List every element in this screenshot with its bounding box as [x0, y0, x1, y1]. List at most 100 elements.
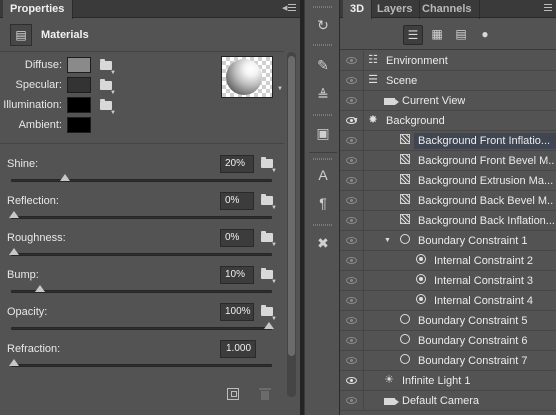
slider-thumb[interactable]: [9, 248, 19, 255]
stamp-icon[interactable]: ▣: [311, 122, 335, 144]
materials-filter-icon[interactable]: ▤: [451, 25, 471, 45]
visibility-toggle[interactable]: [340, 191, 364, 210]
brush-settings-icon[interactable]: ≜: [311, 84, 335, 106]
visibility-toggle[interactable]: [340, 271, 364, 290]
scene-row[interactable]: ☀ Infinite Light 1: [340, 371, 556, 391]
slider-track[interactable]: [11, 364, 272, 367]
tab-3d[interactable]: 3D: [343, 0, 373, 19]
texture-folder-icon[interactable]: ▼: [261, 304, 277, 322]
tab-layers[interactable]: Layers: [370, 0, 421, 19]
scene-row[interactable]: Internal Constraint 2: [340, 251, 556, 271]
visibility-toggle[interactable]: [340, 151, 364, 170]
scene-row[interactable]: Background Front Bevel M...: [340, 151, 556, 171]
dock-grip[interactable]: [313, 158, 333, 160]
scene-row[interactable]: Boundary Constraint 7: [340, 351, 556, 371]
slider-track[interactable]: [11, 179, 272, 182]
visibility-toggle[interactable]: [340, 391, 364, 410]
slider-label: Shine:: [7, 158, 39, 170]
disclosure-triangle-icon[interactable]: ▼: [352, 117, 359, 124]
slider-value-field[interactable]: 0%: [220, 192, 254, 210]
texture-folder-icon[interactable]: ▼: [261, 267, 277, 285]
scrollbar-thumb[interactable]: [288, 56, 295, 356]
scene-row[interactable]: Background Front Inflatio...: [340, 131, 556, 151]
slider-thumb[interactable]: [9, 359, 19, 366]
visibility-toggle[interactable]: [340, 91, 364, 110]
scene-row[interactable]: Boundary Constraint 6: [340, 331, 556, 351]
texture-folder-icon[interactable]: ▼: [100, 58, 116, 76]
texture-folder-icon[interactable]: ▼: [100, 98, 116, 116]
material-label: Ambient:: [18, 119, 62, 131]
scene-row[interactable]: ☷ Environment: [340, 51, 556, 71]
paragraph-icon[interactable]: ¶: [311, 192, 335, 214]
properties-tab[interactable]: Properties: [3, 0, 74, 19]
materials-icon[interactable]: ▤: [10, 24, 32, 46]
scene-row[interactable]: Boundary Constraint 5: [340, 311, 556, 331]
scene-row[interactable]: Internal Constraint 3: [340, 271, 556, 291]
slider-value-field[interactable]: 1.000: [220, 340, 256, 358]
dock-grip[interactable]: [313, 224, 333, 226]
visibility-toggle[interactable]: [340, 131, 364, 150]
disclosure-triangle-icon[interactable]: ▼: [384, 237, 391, 244]
slider-track[interactable]: [11, 216, 272, 219]
whole-scene-icon[interactable]: ☰: [403, 25, 423, 45]
scene-row[interactable]: ☰ Scene: [340, 71, 556, 91]
slider-value-field[interactable]: 10%: [220, 266, 254, 284]
slider-thumb[interactable]: [9, 211, 19, 218]
slider-value-field[interactable]: 0%: [220, 229, 254, 247]
scene-row[interactable]: Background Extrusion Ma...: [340, 171, 556, 191]
slider-label: Opacity:: [7, 306, 48, 318]
apply-icon[interactable]: [227, 388, 239, 400]
scene-row[interactable]: Internal Constraint 4: [340, 291, 556, 311]
scene-row[interactable]: ▼ ✸ Background: [340, 111, 556, 131]
dock-grip[interactable]: [313, 114, 333, 116]
texture-folder-icon[interactable]: ▼: [261, 193, 277, 211]
visibility-toggle[interactable]: [340, 211, 364, 230]
tools-icon[interactable]: ✖: [311, 232, 335, 254]
panel-menu-icon[interactable]: [538, 2, 552, 14]
slider-value-field[interactable]: 20%: [220, 155, 254, 173]
color-swatch[interactable]: [67, 57, 91, 73]
scene-row[interactable]: Background Back Inflation...: [340, 211, 556, 231]
properties-scrollbar[interactable]: [287, 52, 296, 397]
trash-icon[interactable]: [259, 388, 271, 400]
chevron-down-icon[interactable]: ▼: [277, 86, 283, 92]
3d-tool-icon[interactable]: ↻: [311, 14, 335, 36]
visibility-toggle[interactable]: [340, 71, 364, 90]
scene-row[interactable]: Current View: [340, 91, 556, 111]
dock-grip[interactable]: [313, 6, 333, 8]
material-preview-picker[interactable]: [221, 56, 273, 98]
visibility-toggle[interactable]: [340, 311, 364, 330]
texture-folder-icon[interactable]: ▼: [100, 78, 116, 96]
slider-thumb[interactable]: [264, 322, 274, 329]
slider-thumb[interactable]: [34, 285, 45, 292]
material-icon: [398, 133, 412, 147]
visibility-toggle[interactable]: [340, 171, 364, 190]
visibility-toggle[interactable]: [340, 351, 364, 370]
tab-channels[interactable]: Channels: [415, 0, 480, 19]
lights-icon[interactable]: ●: [475, 25, 495, 45]
brush-preset-icon[interactable]: ✎: [311, 54, 335, 76]
visibility-toggle[interactable]: [340, 371, 364, 390]
color-swatch[interactable]: [67, 97, 91, 113]
texture-folder-icon[interactable]: ▼: [261, 230, 277, 248]
dock-grip[interactable]: [313, 44, 333, 46]
slider-thumb[interactable]: [60, 174, 70, 181]
panel-menu-icon[interactable]: ◀: [282, 2, 296, 14]
scene-row[interactable]: Background Back Bevel M...: [340, 191, 556, 211]
slider-track[interactable]: [11, 327, 272, 330]
visibility-toggle[interactable]: [340, 291, 364, 310]
visibility-toggle[interactable]: [340, 231, 364, 250]
meshes-icon[interactable]: ▦: [427, 25, 447, 45]
visibility-toggle[interactable]: [340, 251, 364, 270]
visibility-toggle[interactable]: [340, 51, 364, 70]
scene-row[interactable]: ▼ Boundary Constraint 1: [340, 231, 556, 251]
slider-value-field[interactable]: 100%: [220, 303, 254, 321]
character-icon[interactable]: A: [311, 164, 335, 186]
texture-folder-icon[interactable]: ▼: [261, 156, 277, 174]
color-swatch[interactable]: [67, 77, 91, 93]
scene-row[interactable]: Default Camera: [340, 391, 556, 411]
color-swatch[interactable]: [67, 117, 91, 133]
slider-track[interactable]: [11, 253, 272, 256]
slider-track[interactable]: [11, 290, 272, 293]
visibility-toggle[interactable]: [340, 331, 364, 350]
